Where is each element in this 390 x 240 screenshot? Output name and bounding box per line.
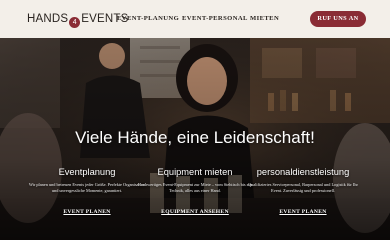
site-header: HANDS 4 EVENTS EVENT-PLANUNG EVENT-PERSONA…	[0, 0, 390, 38]
event-planen-link[interactable]: EVENT PLANEN	[63, 209, 110, 215]
nav-event-planung[interactable]: EVENT-PLANUNG	[117, 14, 179, 24]
nav-mieten[interactable]: MIETEN	[250, 14, 279, 24]
service-title: Equipment mieten	[157, 167, 233, 177]
service-card-equipment: Equipment mieten Hochwertiges Event-Equi…	[135, 166, 255, 218]
service-description: Qualifiziertes Servicepersonal, Barperso…	[248, 182, 358, 193]
service-description: Hochwertiges Event-Equipment zur Miete –…	[137, 182, 253, 193]
service-card-eventplanung: Eventplanung Wir planen und betreuen Eve…	[27, 166, 147, 218]
hero-section: Viele Hände, eine Leidenschaft! Eventpla…	[0, 38, 390, 240]
page: HANDS 4 EVENTS EVENT-PLANUNG EVENT-PERSONA…	[0, 0, 390, 240]
nav-event-personal[interactable]: EVENT-PERSONAL	[182, 14, 248, 24]
equipment-ansehen-link[interactable]: EQUIPMENT ANSEHEN	[161, 209, 229, 215]
call-us-button[interactable]: RUF UNS AN	[310, 11, 366, 27]
service-title: personaldienstleistung	[256, 167, 350, 177]
service-title: Eventplanung	[58, 167, 116, 177]
service-description: Wir planen und betreuen Events jeder Grö…	[28, 182, 146, 193]
service-card-personal: personaldienstleistung Qualifiziertes Se…	[243, 166, 363, 218]
event-planen-link[interactable]: EVENT PLANEN	[279, 209, 326, 215]
hero-headline: Viele Hände, eine Leidenschaft!	[75, 128, 315, 147]
